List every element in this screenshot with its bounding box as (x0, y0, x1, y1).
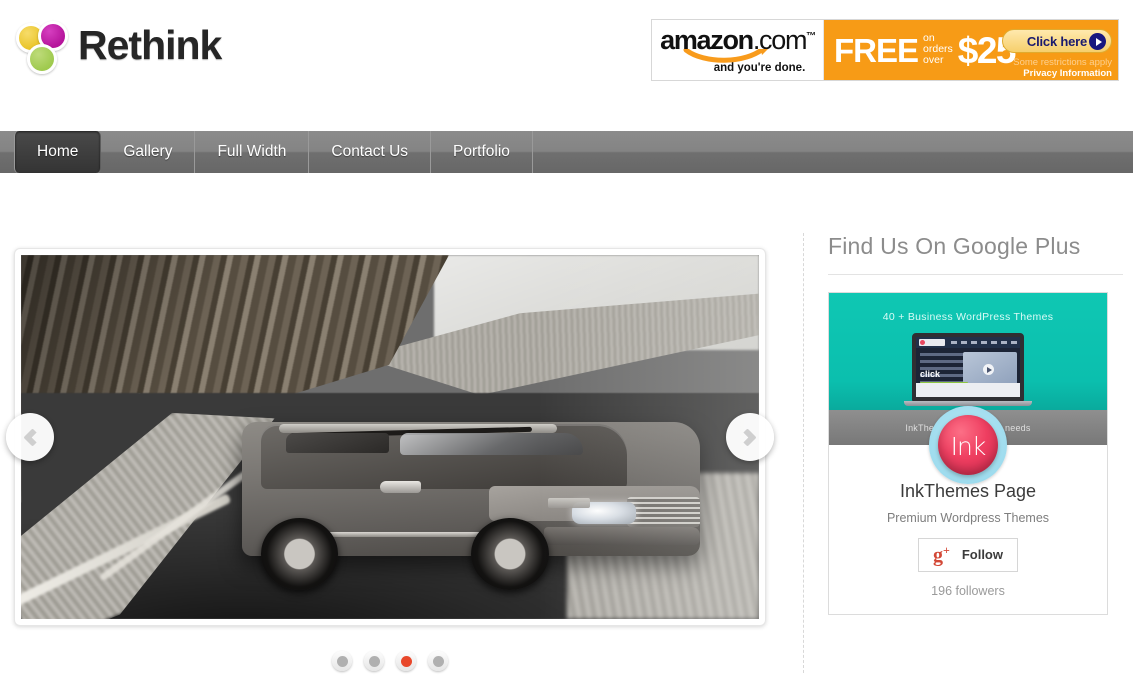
ad-condition-line-1: on (923, 31, 935, 44)
nav-item-portfolio-label: Portfolio (453, 143, 510, 160)
logo-text: Rethink (78, 21, 222, 68)
ad-condition-line-3: over (923, 53, 944, 66)
amazon-ad-banner[interactable]: amazon.com™ and you're done. FREE on ord… (651, 19, 1119, 81)
play-arrow-icon (1089, 33, 1106, 50)
ad-restrictions-text: Some restrictions apply (1013, 57, 1112, 68)
avatar-inner: Ink (938, 415, 998, 475)
slider-dot-2-inner (368, 655, 380, 667)
laptop-screen-nav (916, 337, 1020, 348)
nav-item-portfolio[interactable]: Portfolio (431, 131, 533, 173)
laptop-screen-footer (916, 383, 1020, 397)
ad-conditions: on orders over (923, 31, 953, 66)
chevron-right-icon (738, 427, 757, 447)
main-content: Find Us On Google Plus 40 + Business Wor… (0, 173, 1133, 683)
nav-item-full-width[interactable]: Full Width (195, 131, 310, 173)
nav-item-contact-us[interactable]: Contact Us (309, 131, 432, 173)
slider-dot-1-inner (336, 655, 348, 667)
logo-dot-green (27, 44, 57, 74)
slider-dot-3[interactable] (396, 651, 416, 671)
slider-prev-button[interactable] (6, 413, 54, 461)
google-plus-follow-label: Follow (961, 547, 1003, 563)
nav-items: Home Gallery Full Width Contact Us Portf… (14, 131, 533, 173)
sidebar: Find Us On Google Plus 40 + Business Wor… (828, 233, 1123, 615)
ad-click-here-button[interactable]: Click here (1002, 29, 1112, 53)
chevron-left-icon (23, 427, 42, 447)
ad-free-label: FREE (834, 31, 919, 69)
nav-item-full-width-label: Full Width (217, 143, 287, 160)
featured-slider (6, 248, 774, 626)
site-logo[interactable]: Rethink (14, 18, 222, 76)
google-plus-followers-count: 196 followers (931, 583, 1005, 598)
amazon-ad-offer: FREE on orders over $25 Click here Some … (824, 20, 1118, 80)
google-plus-page-name: InkThemes Page (899, 481, 1037, 501)
amazon-smile-icon (682, 48, 770, 65)
cover-laptop-image: click (904, 333, 1032, 406)
slider-dot-4-inner (432, 655, 444, 667)
logo-dots-icon (14, 18, 72, 76)
sidebar-title-rule (828, 274, 1123, 275)
slider-pagination (14, 651, 766, 671)
ad-condition-line-2: orders (923, 42, 953, 55)
amazon-tm: ™ (806, 30, 816, 42)
slider-dot-4[interactable] (428, 651, 448, 671)
content-sidebar-divider (803, 233, 804, 673)
laptop-screen-logo (919, 339, 945, 346)
ad-privacy-link[interactable]: Privacy Information (1023, 68, 1112, 79)
ad-click-here-label: Click here (1026, 33, 1088, 49)
page-root: Rethink amazon.com™ and you're done. FRE… (0, 0, 1133, 683)
main-navigation-bar: Home Gallery Full Width Contact Us Portf… (0, 131, 1133, 173)
amazon-logo-block: amazon.com™ and you're done. (652, 20, 824, 80)
photo-veil (21, 255, 759, 619)
nav-item-gallery[interactable]: Gallery (101, 131, 196, 173)
laptop-screen: click (912, 333, 1024, 401)
slider-dot-3-inner (400, 655, 412, 667)
laptop-screen-click-word: click (920, 369, 941, 379)
google-plus-page-description: Premium Wordpress Themes (886, 511, 1050, 525)
slider-slide[interactable] (21, 255, 759, 619)
nav-item-gallery-label: Gallery (123, 143, 173, 160)
slider-next-button[interactable] (726, 413, 774, 461)
laptop-screen-navlinks (951, 341, 1017, 344)
google-plus-follow-button[interactable]: g+ Follow (917, 538, 1018, 572)
nav-item-home-label: Home (37, 143, 79, 160)
nav-item-contact-us-label: Contact Us (331, 143, 409, 160)
avatar-label: Ink (950, 432, 987, 461)
site-header: Rethink amazon.com™ and you're done. FRE… (0, 0, 1133, 130)
ad-click-here-wrap: Click here (1002, 29, 1112, 53)
avatar: Ink (929, 406, 1007, 484)
nav-item-home[interactable]: Home (14, 131, 102, 173)
google-plus-cover-text: 40 + Business WordPress Themes (882, 311, 1054, 323)
google-plus-icon: g+ (932, 543, 950, 567)
play-icon (983, 364, 994, 375)
slide-image-suv (21, 255, 759, 619)
slider-dot-2[interactable] (364, 651, 384, 671)
google-plus-widget: 40 + Business WordPress Themes click Ink… (828, 292, 1108, 615)
sidebar-widget-title: Find Us On Google Plus (828, 233, 1081, 259)
slider-dot-1[interactable] (332, 651, 352, 671)
